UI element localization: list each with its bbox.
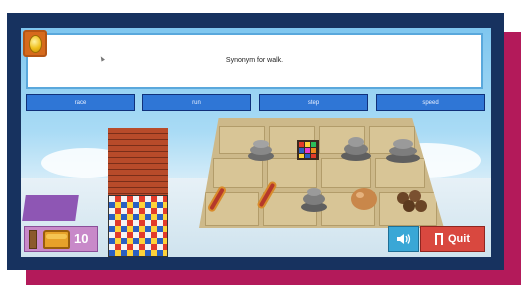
game-viewport[interactable]: Synonym for walk. race run step speed 10… xyxy=(21,28,491,257)
treasure-chest-icon xyxy=(43,230,70,249)
speaker-icon xyxy=(396,234,410,244)
door-icon xyxy=(435,233,443,245)
rock-pile-icon[interactable] xyxy=(383,134,423,164)
answer-button-2[interactable]: run xyxy=(142,94,251,111)
sound-toggle-button[interactable] xyxy=(388,226,419,252)
answer-button-1[interactable]: race xyxy=(26,94,135,111)
quit-button[interactable]: Quit xyxy=(420,226,485,252)
coin-count: 10 xyxy=(74,231,89,246)
hotdog-icon[interactable] xyxy=(255,178,279,212)
coin-icon xyxy=(28,34,42,53)
answer-row: race run step speed xyxy=(26,94,485,111)
hotdog-icon[interactable] xyxy=(205,183,229,215)
rock-pile-icon[interactable] xyxy=(246,136,276,162)
answer-button-4[interactable]: speed xyxy=(376,94,485,111)
quit-label: Quit xyxy=(448,233,470,245)
rock-pile-icon[interactable] xyxy=(339,134,373,162)
progress-bar-icon xyxy=(29,230,37,249)
rock-pile-icon[interactable] xyxy=(299,183,329,213)
question-text: Synonym for walk. xyxy=(225,57,284,64)
coin-counter-panel: 10 xyxy=(24,226,98,252)
tower-bricks xyxy=(108,128,168,198)
tower-stained-glass xyxy=(108,195,168,257)
purple-pad xyxy=(22,195,79,221)
brick-tower xyxy=(108,128,168,257)
answer-button-3[interactable]: step xyxy=(259,94,368,111)
egg-icon[interactable] xyxy=(349,186,379,212)
question-panel: Synonym for walk. xyxy=(26,33,483,89)
color-cube-icon[interactable] xyxy=(295,138,321,162)
coin-tab xyxy=(23,30,47,57)
log-pile-icon[interactable] xyxy=(393,186,433,216)
